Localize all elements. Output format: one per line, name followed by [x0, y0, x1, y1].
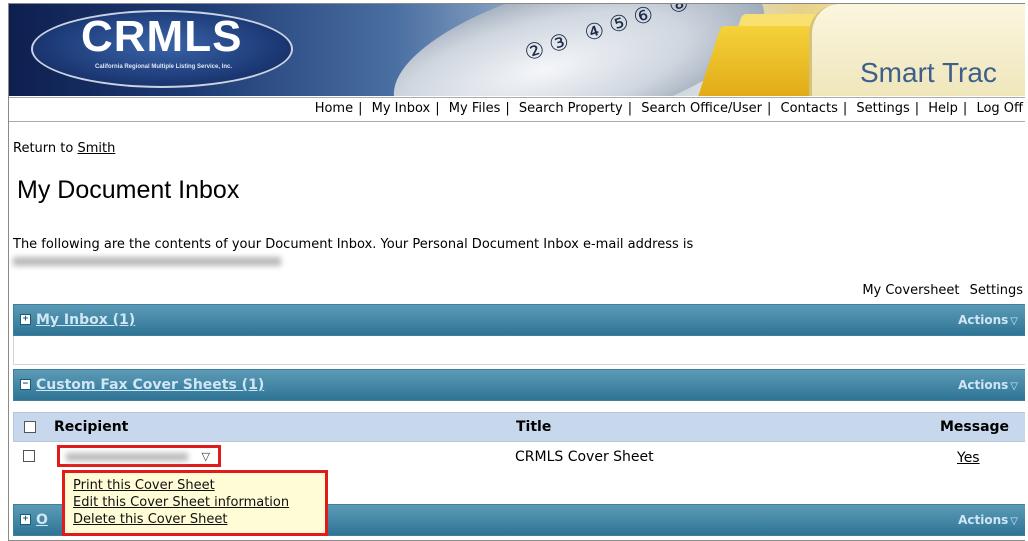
my-coversheet-link[interactable]: My Coversheet [862, 283, 959, 298]
top-links: My Coversheet Settings [856, 283, 1023, 298]
actions-label: Actions [958, 313, 1009, 327]
header-banner: ②③ ④⑤⑥ ⑧ CRMLS California Regional Multi… [9, 4, 1025, 96]
section-label-my-inbox[interactable]: My Inbox (1) [36, 312, 135, 328]
nav-log-off[interactable]: Log Off [976, 101, 1023, 116]
nav-separator: | [842, 101, 848, 116]
actions-menu-button[interactable]: Actions ▽ [958, 378, 1018, 392]
expand-icon[interactable]: + [20, 514, 31, 525]
nav-settings[interactable]: Settings [856, 101, 909, 116]
triangle-down-icon: ▽ [1010, 316, 1018, 327]
column-header-recipient[interactable]: Recipient [54, 419, 128, 435]
triangle-down-icon: ▽ [1010, 516, 1018, 527]
product-name: Smart Trac [860, 57, 997, 88]
section-label-other[interactable]: O [36, 512, 48, 528]
nav-search-property[interactable]: Search Property [519, 101, 623, 116]
return-prefix: Return to [13, 141, 74, 156]
row-title: CRMLS Cover Sheet [515, 449, 654, 465]
actions-menu-button[interactable]: Actions ▽ [958, 513, 1018, 527]
actions-menu-button[interactable]: Actions ▽ [958, 313, 1018, 327]
inbox-description: The following are the contents of your D… [13, 237, 694, 252]
logo-text: CRMLS [81, 12, 243, 61]
nav-my-files[interactable]: My Files [449, 101, 501, 116]
expand-icon[interactable]: + [20, 314, 31, 325]
redacted-recipient [66, 453, 188, 461]
collapse-icon[interactable]: − [20, 379, 31, 390]
nav-home[interactable]: Home [315, 101, 353, 116]
menu-item-print-cover-sheet[interactable]: Print this Cover Sheet [73, 478, 215, 493]
page-title: My Document Inbox [17, 176, 240, 204]
nav-my-inbox[interactable]: My Inbox [372, 101, 431, 116]
menu-item-edit-cover-sheet[interactable]: Edit this Cover Sheet information [73, 495, 289, 510]
triangle-down-icon: ▽ [201, 450, 210, 463]
actions-label: Actions [958, 378, 1009, 392]
recipient-context-menu: Print this Cover Sheet Edit this Cover S… [62, 470, 328, 536]
return-link[interactable]: Smith [77, 141, 115, 156]
nav-search-office-user[interactable]: Search Office/User [641, 101, 762, 116]
return-link-row: Return to Smith [13, 141, 115, 156]
nav-separator: | [435, 101, 440, 116]
menu-item-delete-cover-sheet[interactable]: Delete this Cover Sheet [73, 512, 227, 527]
nav-separator: | [505, 101, 510, 116]
section-my-inbox: + My Inbox (1) Actions ▽ [13, 304, 1025, 336]
page-frame: ②③ ④⑤⑥ ⑧ CRMLS California Regional Multi… [8, 3, 1025, 541]
settings-link[interactable]: Settings [970, 283, 1023, 298]
nav-contacts[interactable]: Contacts [781, 101, 838, 116]
section-label-cover-sheets[interactable]: Custom Fax Cover Sheets (1) [36, 377, 264, 393]
recipient-dropdown[interactable]: ▽ [57, 445, 221, 467]
actions-label: Actions [958, 513, 1009, 527]
message-link[interactable]: Yes [957, 450, 980, 466]
redacted-email [13, 257, 281, 266]
nav-separator: | [627, 101, 633, 116]
nav-separator: | [358, 101, 363, 116]
table-header: Recipient Title Message [13, 412, 1025, 442]
nav-help[interactable]: Help [928, 101, 958, 116]
column-header-title[interactable]: Title [516, 419, 551, 435]
row-checkbox[interactable] [23, 450, 35, 462]
nav-separator: | [962, 101, 968, 116]
top-navigation: Home | My Inbox | My Files | Search Propert… [9, 97, 1025, 122]
triangle-down-icon: ▽ [1010, 381, 1018, 392]
section-custom-fax-cover-sheets: − Custom Fax Cover Sheets (1) Actions ▽ [13, 369, 1025, 401]
nav-separator: | [767, 101, 772, 116]
select-all-checkbox[interactable] [24, 421, 36, 433]
logo-subtitle: California Regional Multiple Listing Ser… [95, 64, 233, 70]
section-body [13, 336, 1025, 365]
nav-separator: | [914, 101, 920, 116]
column-header-message[interactable]: Message [940, 419, 1009, 435]
